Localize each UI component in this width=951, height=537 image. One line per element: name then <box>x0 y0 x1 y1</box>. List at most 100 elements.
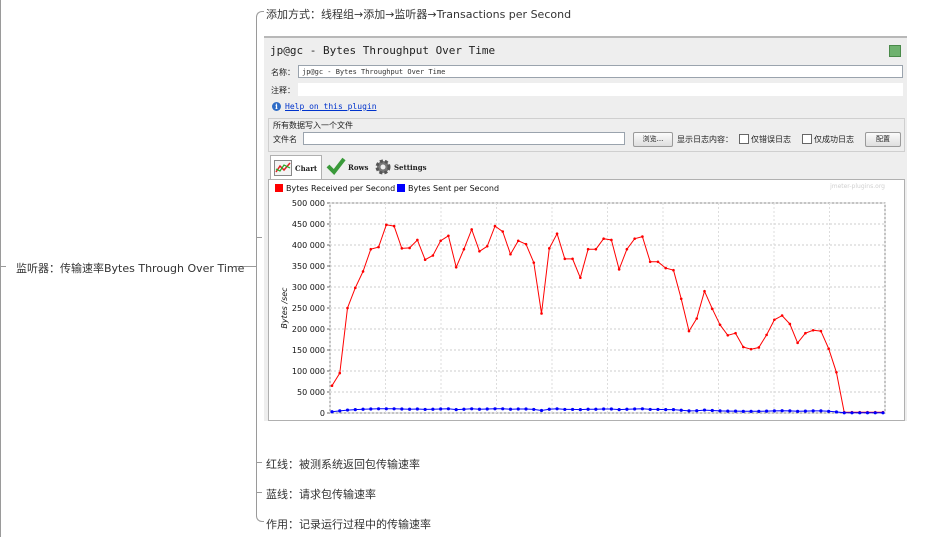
data-point-1 <box>493 407 497 411</box>
root-left-stub <box>0 266 6 267</box>
watermark: jmeter-plugins.org <box>829 183 885 190</box>
data-point-1 <box>788 409 792 413</box>
data-point-1 <box>547 407 551 411</box>
data-point-1 <box>415 407 419 411</box>
data-point-1 <box>609 407 613 411</box>
help-link[interactable]: Help on this plugin <box>285 102 377 111</box>
branch-stub-red <box>256 462 262 463</box>
browse-button[interactable]: 浏览... <box>633 132 673 147</box>
y-tick-label: 250 000 <box>292 304 325 313</box>
expand-icon[interactable] <box>889 45 901 57</box>
y-tick-label: 200 000 <box>292 325 325 334</box>
branch-stub-image <box>256 237 262 238</box>
data-point-0 <box>835 370 838 374</box>
data-point-1 <box>617 408 621 412</box>
data-point-0 <box>361 270 365 273</box>
data-point-0 <box>742 345 745 349</box>
y-axis-label: Bytes /sec <box>280 287 289 329</box>
data-point-1 <box>718 409 722 413</box>
success-only-label: 仅成功日志 <box>814 135 854 144</box>
errors-only-label: 仅错误日志 <box>751 135 791 144</box>
data-point-1 <box>710 408 714 413</box>
name-field[interactable]: jp@gc - Bytes Throughput Over Time <box>298 65 903 78</box>
data-point-0 <box>641 235 644 238</box>
data-point-1 <box>625 407 629 411</box>
data-point-0 <box>540 312 543 315</box>
purpose-node[interactable]: 作用：记录运行过程中的传输速率 <box>266 516 431 532</box>
data-point-1 <box>524 407 528 411</box>
data-point-0 <box>516 239 520 243</box>
data-point-0 <box>416 238 419 242</box>
data-point-1 <box>578 408 582 412</box>
root-topic[interactable]: 监听器：传输速率Bytes Through Over Time <box>16 260 244 276</box>
y-tick-label: 100 000 <box>292 367 325 376</box>
y-tick-label: 350 000 <box>292 262 325 271</box>
data-point-0 <box>571 257 574 261</box>
data-point-1 <box>338 409 342 413</box>
data-point-1 <box>462 407 466 411</box>
root-left-connector <box>0 0 1 537</box>
data-point-1 <box>392 407 396 411</box>
data-point-1 <box>439 407 443 411</box>
info-icon: i <box>272 102 281 111</box>
tab-settings[interactable]: Settings <box>372 155 430 179</box>
data-point-0 <box>447 234 450 238</box>
legend-label-1: Bytes Sent per Second <box>408 184 499 193</box>
tab-chart-label: Chart <box>295 164 318 173</box>
data-point-1 <box>757 409 761 413</box>
tab-chart[interactable]: Chart <box>270 155 322 180</box>
data-point-1 <box>408 407 412 411</box>
data-point-1 <box>345 408 350 412</box>
tab-rows[interactable]: Rows <box>324 155 370 179</box>
data-point-0 <box>633 237 636 240</box>
branch-stub-blue <box>256 492 262 493</box>
data-point-1 <box>656 407 660 412</box>
throughput-chart: jmeter-plugins.org Bytes Received per Sec… <box>275 183 886 418</box>
data-point-1 <box>858 411 862 415</box>
red-line-node[interactable]: 红线：被测系统返回包传输速率 <box>266 456 420 472</box>
data-point-0 <box>710 307 714 311</box>
data-point-0 <box>431 254 435 257</box>
data-point-0 <box>462 247 466 251</box>
jmeter-listener-panel: jp@gc - Bytes Throughput Over Time 名称： j… <box>264 36 907 421</box>
configure-button[interactable]: 配置 <box>865 132 901 147</box>
errors-only-checkbox[interactable] <box>739 134 749 144</box>
success-only-checkbox[interactable] <box>802 134 812 144</box>
data-point-1 <box>671 408 676 412</box>
comment-field[interactable] <box>298 83 903 96</box>
branch-spine <box>256 18 257 514</box>
data-point-1 <box>384 407 388 411</box>
data-point-1 <box>423 407 427 412</box>
data-point-1 <box>834 410 839 414</box>
data-point-0 <box>734 331 737 335</box>
legend-label-0: Bytes Received per Second <box>286 184 395 193</box>
filename-input[interactable] <box>303 132 625 145</box>
data-point-0 <box>509 252 512 256</box>
data-point-0 <box>470 228 473 231</box>
data-point-0 <box>718 323 722 327</box>
data-point-1 <box>764 409 769 413</box>
add-method-node[interactable]: 添加方式：线程组→添加→监听器→Transactions per Second <box>266 6 571 22</box>
data-point-1 <box>772 409 776 413</box>
data-point-1 <box>687 409 691 413</box>
y-tick-label: 300 000 <box>292 283 325 292</box>
data-point-1 <box>516 407 520 411</box>
data-point-1 <box>431 407 435 411</box>
data-point-1 <box>726 409 730 413</box>
y-tick-label: 400 000 <box>292 241 325 250</box>
panel-title: jp@gc - Bytes Throughput Over Time <box>270 44 496 57</box>
data-point-0 <box>804 331 807 335</box>
blue-line-node[interactable]: 蓝线：请求包传输速率 <box>266 486 376 502</box>
data-point-1 <box>586 407 590 411</box>
data-point-0 <box>773 318 776 322</box>
data-point-1 <box>695 409 699 413</box>
data-point-1 <box>640 407 645 411</box>
branch-hook-add <box>256 11 264 19</box>
data-point-1 <box>819 409 823 413</box>
data-point-0 <box>687 329 691 333</box>
data-point-0 <box>353 286 357 290</box>
data-point-0 <box>524 242 528 246</box>
data-point-1 <box>470 407 474 411</box>
data-point-0 <box>749 347 753 351</box>
data-point-0 <box>602 237 605 240</box>
